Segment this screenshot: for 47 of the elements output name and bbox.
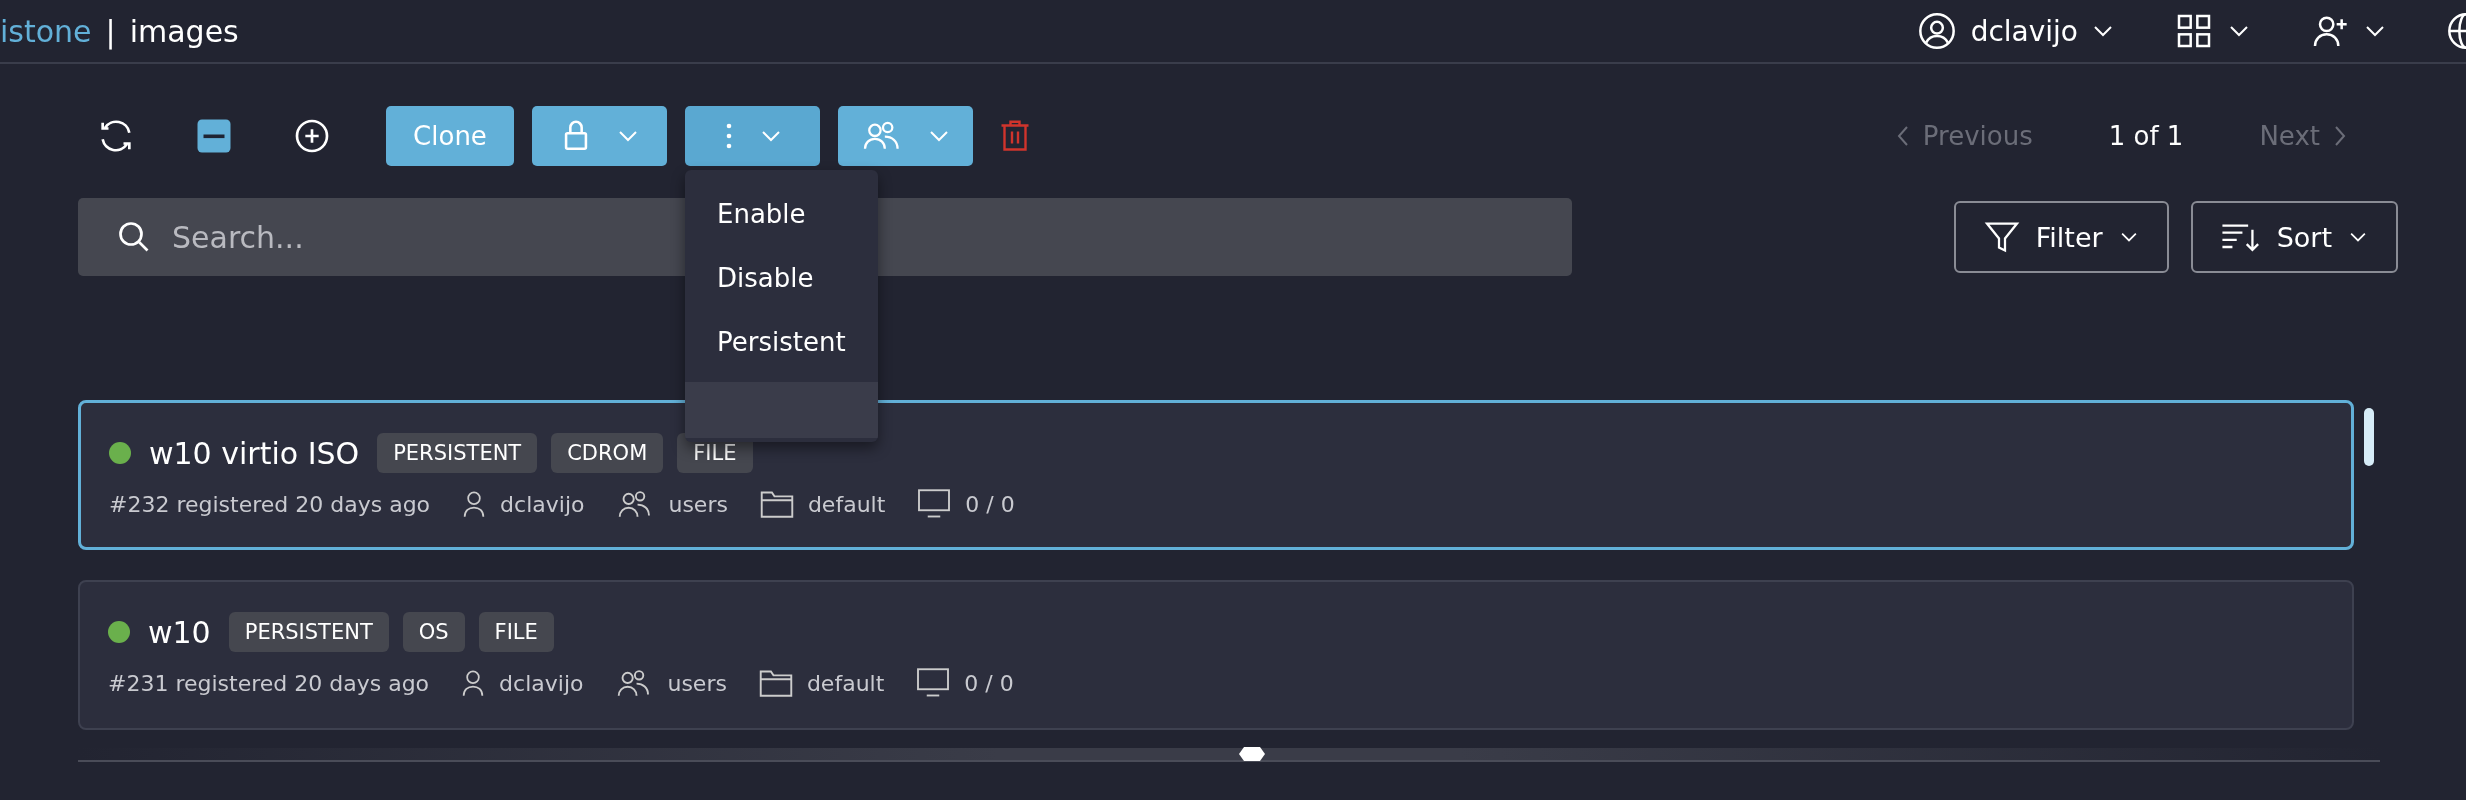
tag: OS: [402, 612, 465, 652]
user-avatar-icon: [1916, 11, 1957, 51]
user-menu[interactable]: dclavijo: [1916, 11, 2114, 51]
chevron-down-icon: [616, 129, 639, 143]
monitor-icon: [916, 668, 951, 698]
page-indicator: 1 of 1: [2108, 121, 2184, 151]
image-name: w10: [148, 614, 211, 650]
title-separator: |: [105, 13, 116, 49]
tag: FILE: [478, 612, 554, 652]
registration-info: #231 registered 20 days ago: [108, 670, 430, 696]
user-icon: [461, 669, 486, 697]
menu-item[interactable]: Persistent: [685, 310, 878, 374]
chevron-down-icon: [2348, 231, 2368, 243]
chevron-right-icon: [2332, 124, 2348, 148]
registration-info: #232 registered 20 days ago: [109, 491, 431, 517]
scrollbar-thumb[interactable]: [2364, 408, 2374, 466]
sort-icon: [2220, 221, 2261, 253]
image-name: w10 virtio ISO: [149, 435, 360, 471]
chevron-down-icon: [927, 129, 950, 143]
brand-name[interactable]: istone: [0, 13, 92, 49]
usage-count: 0 / 0: [964, 670, 1014, 696]
user-icon: [462, 490, 487, 518]
chevron-down-icon: [759, 129, 782, 143]
chevron-down-icon: [2228, 24, 2250, 38]
category-name: default: [806, 670, 885, 696]
chevron-down-icon: [2092, 24, 2114, 38]
user-name: dclavijo: [1970, 14, 2078, 48]
image-card[interactable]: w10 PERSISTENT OS FILE #231 registered 20 days ago dclavijo users default 0 / 0: [78, 580, 2354, 730]
chevron-down-icon: [2364, 24, 2386, 38]
folder-icon: [759, 490, 794, 518]
folder-icon: [758, 669, 793, 697]
group-name: users: [667, 670, 727, 696]
owner-name: dclavijo: [499, 670, 584, 696]
filter-button[interactable]: Filter: [1953, 201, 2169, 273]
usage-count: 0 / 0: [965, 491, 1015, 517]
image-card[interactable]: w10 virtio ISO PERSISTENT CDROM FILE #232 registered 20 days ago dclavijo users default 0 / 0: [78, 400, 2354, 550]
group-name: users: [668, 491, 728, 517]
tag: PERSISTENT: [228, 612, 389, 652]
monitor-icon: [917, 489, 952, 519]
resize-handle-icon[interactable]: [1238, 746, 1266, 762]
filter-icon: [1983, 219, 2020, 255]
owner-name: dclavijo: [500, 491, 585, 517]
category-name: default: [807, 491, 886, 517]
tag: CDROM: [551, 433, 664, 473]
tag: PERSISTENT: [377, 433, 538, 473]
sort-button[interactable]: Sort: [2190, 201, 2398, 273]
page-title: images: [129, 13, 239, 49]
